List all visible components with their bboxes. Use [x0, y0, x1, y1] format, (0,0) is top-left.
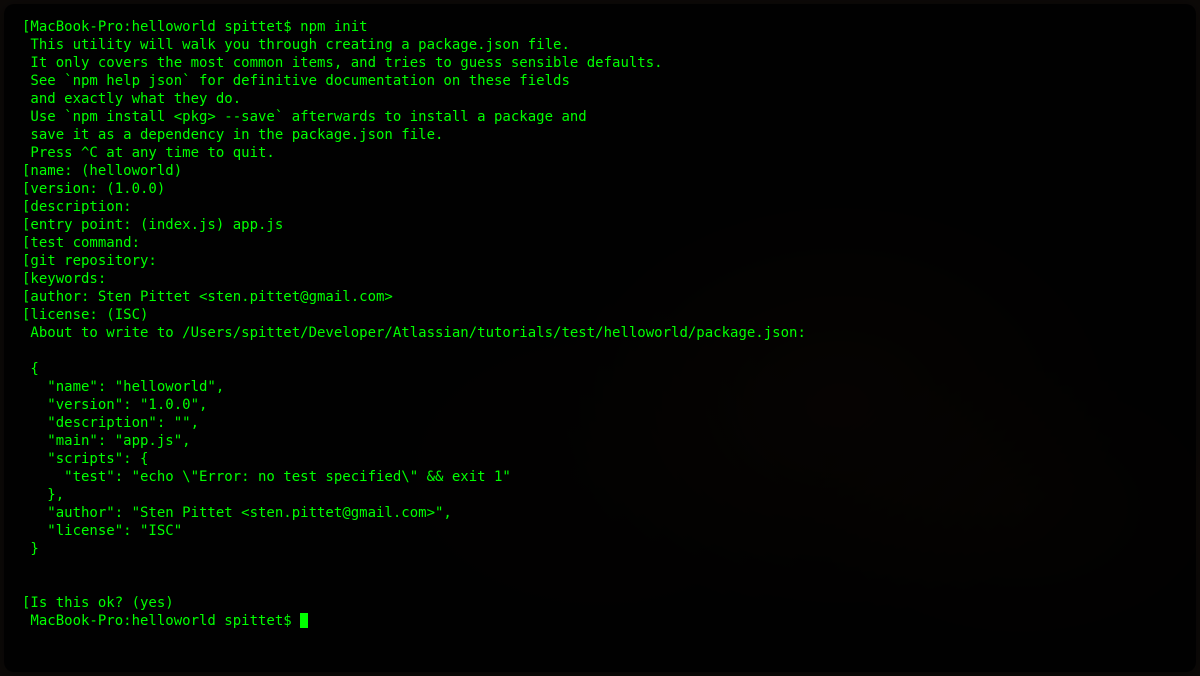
json-line: "main": "app.js", — [22, 432, 1178, 450]
cursor-icon — [300, 613, 308, 628]
json-line: "author": "Sten Pittet <sten.pittet@gmai… — [22, 504, 1178, 522]
input-prompt: [test command: — [22, 234, 1178, 252]
json-line: "version": "1.0.0", — [22, 396, 1178, 414]
input-prompt: [git repository: — [22, 252, 1178, 270]
input-prompt: [license: (ISC) — [22, 306, 1178, 324]
output-line: About to write to /Users/spittet/Develop… — [22, 324, 1178, 342]
json-line: } — [22, 540, 1178, 558]
input-prompt: [author: Sten Pittet <sten.pittet@gmail.… — [22, 288, 1178, 306]
json-line: "test": "echo \"Error: no test specified… — [22, 468, 1178, 486]
blank-line — [22, 576, 1178, 594]
output-line: This utility will walk you through creat… — [22, 36, 1178, 54]
input-prompt: [keywords: — [22, 270, 1178, 288]
json-line: "scripts": { — [22, 450, 1178, 468]
output-line: See `npm help json` for definitive docum… — [22, 72, 1178, 90]
json-line: "license": "ISC" — [22, 522, 1178, 540]
blank-line — [22, 558, 1178, 576]
input-prompt: [name: (helloworld) — [22, 162, 1178, 180]
input-prompt: [description: — [22, 198, 1178, 216]
output-line: save it as a dependency in the package.j… — [22, 126, 1178, 144]
terminal-window[interactable]: [MacBook-Pro:helloworld spittet$ npm ini… — [4, 4, 1196, 672]
blank-line — [22, 342, 1178, 360]
input-prompt: [entry point: (index.js) app.js — [22, 216, 1178, 234]
final-prompt-text: MacBook-Pro:helloworld spittet$ — [22, 613, 300, 629]
output-line: Use `npm install <pkg> --save` afterward… — [22, 108, 1178, 126]
confirm-prompt: [Is this ok? (yes) — [22, 594, 1178, 612]
json-line: }, — [22, 486, 1178, 504]
prompt-line: [MacBook-Pro:helloworld spittet$ npm ini… — [22, 18, 1178, 36]
input-prompt: [version: (1.0.0) — [22, 180, 1178, 198]
final-prompt-line[interactable]: MacBook-Pro:helloworld spittet$ — [22, 612, 1178, 630]
output-line: It only covers the most common items, an… — [22, 54, 1178, 72]
json-line: { — [22, 360, 1178, 378]
json-line: "description": "", — [22, 414, 1178, 432]
output-line: and exactly what they do. — [22, 90, 1178, 108]
output-line: Press ^C at any time to quit. — [22, 144, 1178, 162]
json-line: "name": "helloworld", — [22, 378, 1178, 396]
